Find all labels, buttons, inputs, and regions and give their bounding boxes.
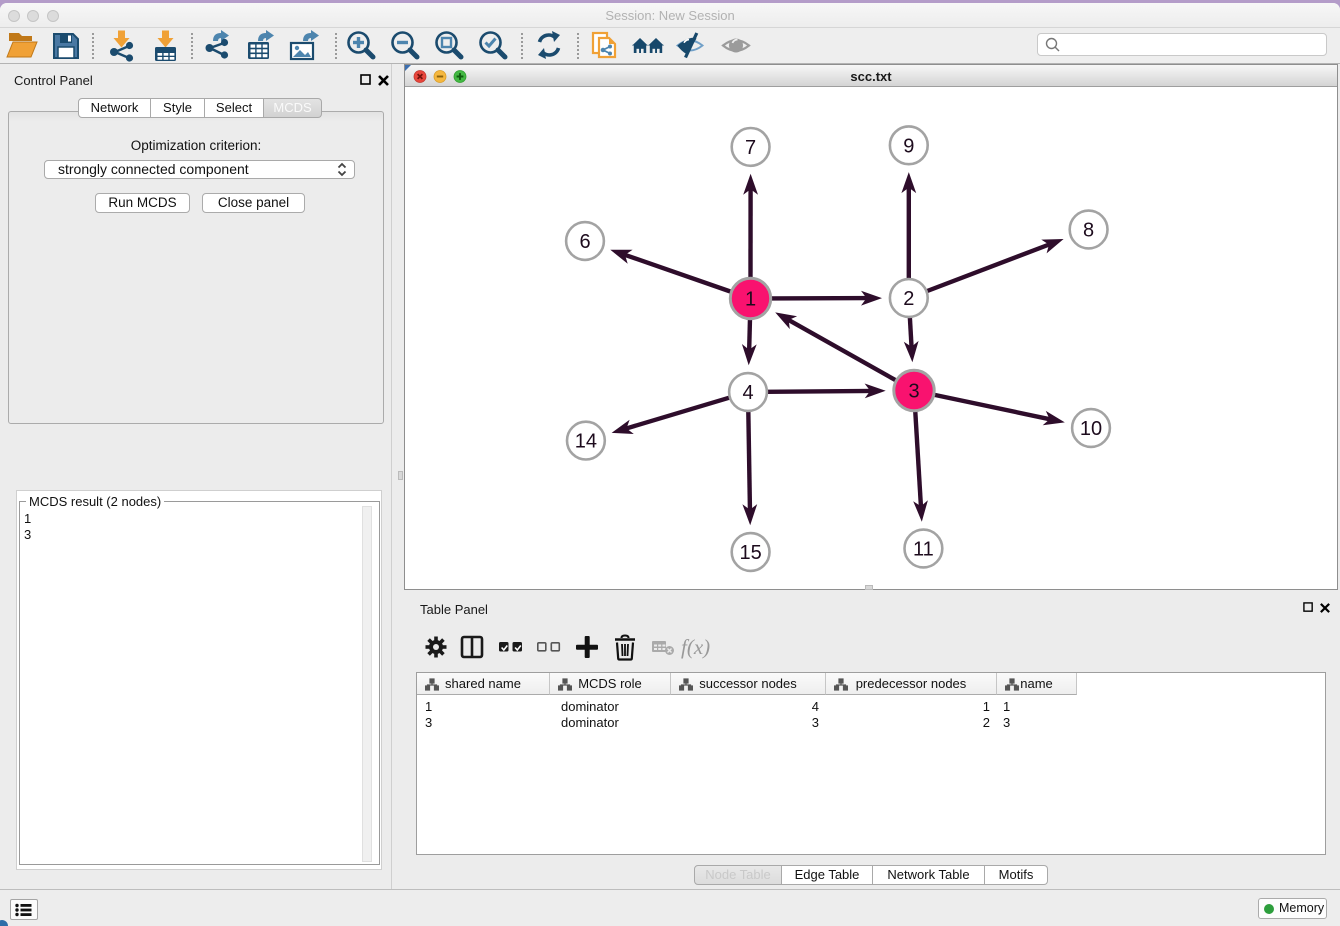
- svg-text:10: 10: [1080, 418, 1102, 440]
- svg-text:11: 11: [913, 539, 934, 561]
- svg-text:3: 3: [908, 381, 919, 403]
- svg-text:14: 14: [575, 431, 597, 453]
- svg-text:8: 8: [1083, 220, 1094, 242]
- svg-text:2: 2: [903, 288, 914, 310]
- svg-text:9: 9: [903, 135, 914, 157]
- svg-text:7: 7: [745, 137, 756, 159]
- svg-text:4: 4: [742, 382, 753, 404]
- svg-text:f(x): f(x): [681, 635, 710, 659]
- svg-text:1: 1: [745, 289, 756, 311]
- svg-text:6: 6: [579, 231, 590, 253]
- svg-text:15: 15: [739, 542, 761, 564]
